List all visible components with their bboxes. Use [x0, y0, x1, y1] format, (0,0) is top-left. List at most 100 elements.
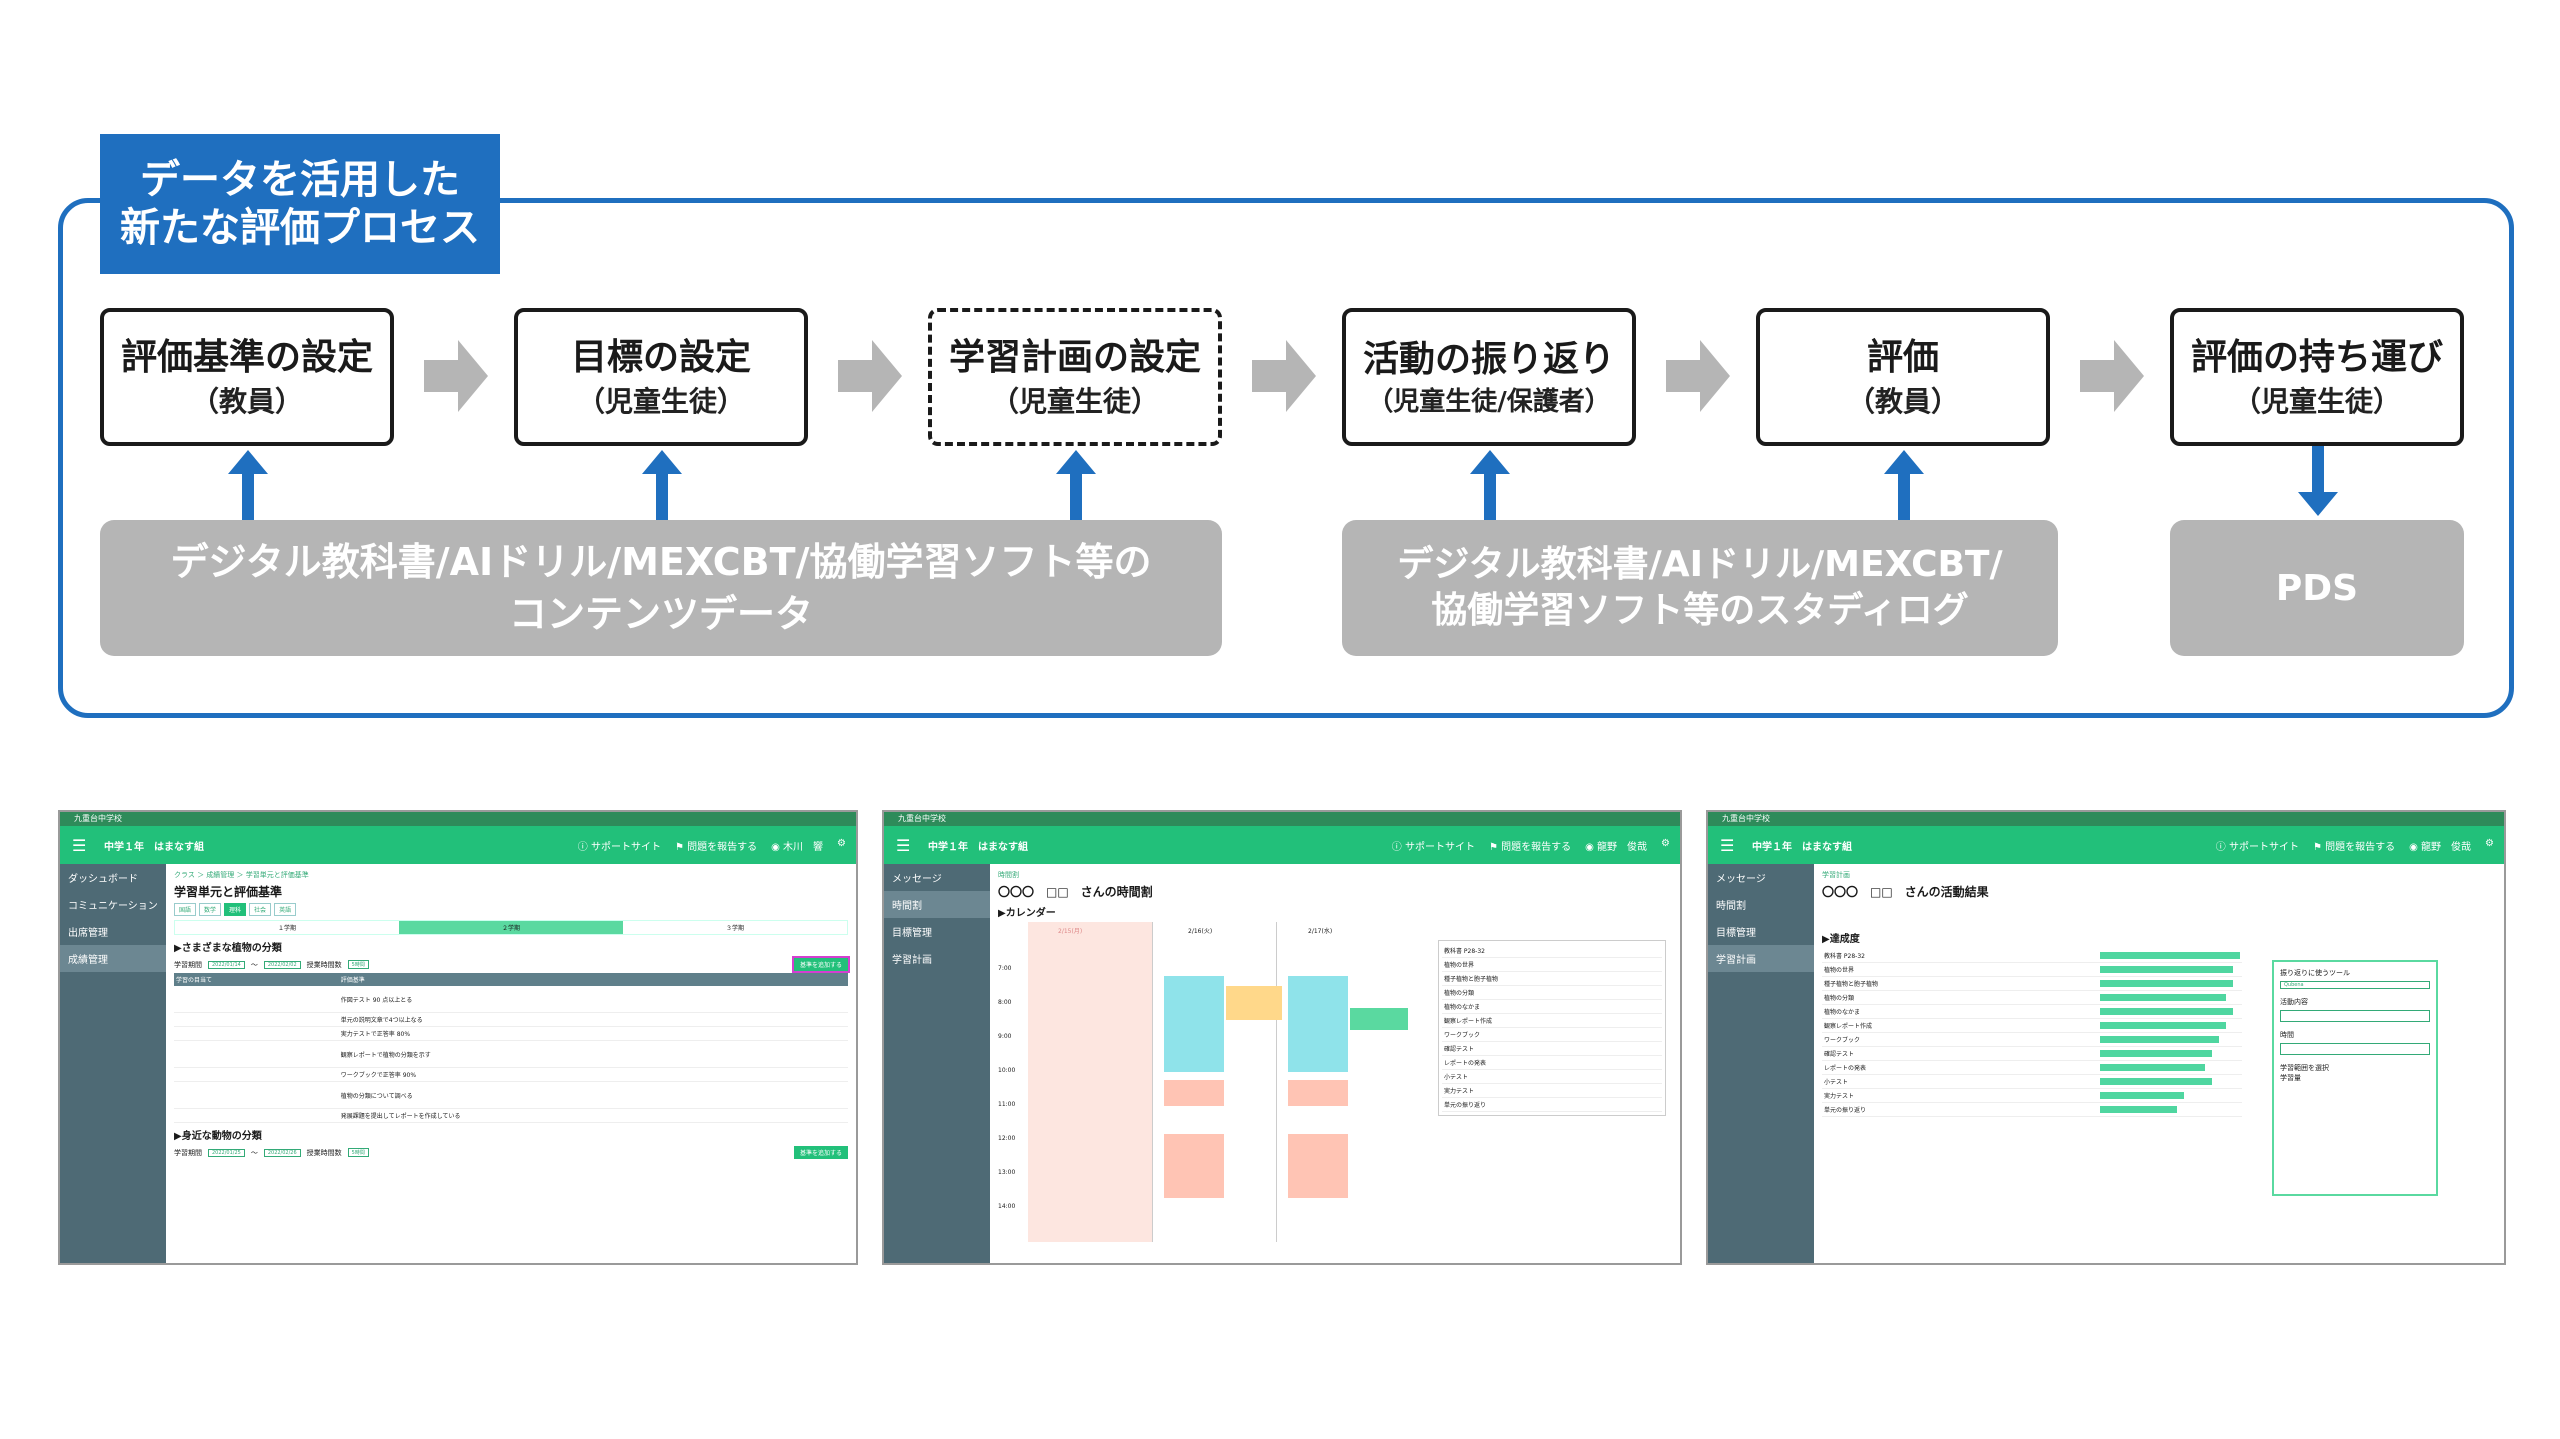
- study-log-box: デジタル教科書/AIドリル/MEXCBT/ 協働学習ソフト等のスタディログ: [1342, 520, 2058, 656]
- subject-chip[interactable]: 社会: [249, 903, 272, 916]
- sidebar-item-timetable[interactable]: 時間割: [884, 891, 990, 918]
- task-name: 種子植物と胞子植物: [1822, 976, 2098, 991]
- hours-value[interactable]: 5時間: [347, 960, 369, 969]
- sidebar-item-messages[interactable]: メッセージ: [884, 864, 990, 891]
- activity-input[interactable]: [2280, 1010, 2430, 1022]
- time-label: 9:00: [998, 1033, 1012, 1040]
- user-menu[interactable]: ◉ 龍野 俊哉: [2409, 838, 2471, 853]
- sidebar-item-goals[interactable]: 目標管理: [1708, 918, 1814, 945]
- progress-bar: [2100, 1064, 2205, 1071]
- step-actor: （児童生徒）: [2232, 385, 2401, 418]
- school-name: 九重台中学校: [884, 812, 1680, 826]
- user-menu[interactable]: ◉ 龍野 俊哉: [1585, 838, 1647, 853]
- subject-chip[interactable]: 英語: [274, 903, 297, 916]
- menu-icon[interactable]: ☰: [1720, 836, 1742, 855]
- gear-icon[interactable]: ⚙: [837, 838, 846, 853]
- tool-select[interactable]: Qubena: [2280, 981, 2430, 989]
- flow-arrow-icon: [1666, 340, 1730, 412]
- task-item[interactable]: 小テスト: [1442, 1069, 1662, 1084]
- step-plan: 学習計画の設定 （児童生徒）: [928, 308, 1222, 446]
- subject-chip[interactable]: 数学: [199, 903, 222, 916]
- sidebar-item-plan[interactable]: 学習計画: [1708, 945, 1814, 972]
- date-start[interactable]: 2022/01/25: [208, 1148, 245, 1157]
- progress-bar: [2100, 1106, 2177, 1113]
- report-link[interactable]: ⚑ 問題を報告する: [675, 838, 757, 853]
- time-label: 7:00: [998, 965, 1012, 972]
- task-name: 観察レポート作成: [1822, 1018, 2098, 1033]
- gear-icon[interactable]: ⚙: [1661, 838, 1670, 853]
- task-item[interactable]: 教科書 P28-32: [1442, 944, 1662, 958]
- sidebar: メッセージ 時間割 目標管理 学習計画: [1708, 864, 1814, 1263]
- tab-term[interactable]: ２学期: [399, 921, 623, 934]
- sidebar-item-attendance[interactable]: 出席管理: [60, 918, 166, 945]
- sidebar-item-dashboard[interactable]: ダッシュボード: [60, 864, 166, 891]
- calendar-event[interactable]: [1350, 1008, 1408, 1030]
- date-end[interactable]: 2022/02/26: [263, 1148, 301, 1157]
- add-criteria-button[interactable]: 基準を追加する: [791, 956, 851, 973]
- achievement-row: 植物のなかま: [1822, 1004, 2242, 1019]
- calendar-event[interactable]: [1164, 1134, 1224, 1198]
- page-title: 〇〇〇 □□ さんの活動結果: [1822, 885, 1989, 899]
- date-start[interactable]: 2022/01/14: [208, 960, 245, 969]
- sidebar-item-timetable[interactable]: 時間割: [1708, 891, 1814, 918]
- study-log-line2: 協働学習ソフト等のスタディログ: [1431, 590, 1969, 631]
- support-link[interactable]: ⓘ サポートサイト: [2216, 838, 2299, 853]
- unit-heading[interactable]: ▶身近な動物の分類: [174, 1127, 848, 1142]
- content-data-line2: コンテンツデータ: [508, 592, 813, 636]
- page-title: 〇〇〇 □□ さんの時間割: [998, 885, 1153, 899]
- calendar-event[interactable]: [1226, 986, 1282, 1020]
- sidebar-item-messages[interactable]: メッセージ: [1708, 864, 1814, 891]
- sidebar-item-communication[interactable]: コミュニケーション: [60, 891, 166, 918]
- task-item[interactable]: 実力テスト: [1442, 1083, 1662, 1098]
- main-content: クラス ＞ 成績管理 ＞ 学習単元と評価基準 学習単元と評価基準 国語 数学 理…: [174, 870, 851, 1263]
- report-link[interactable]: ⚑ 問題を報告する: [1489, 838, 1571, 853]
- report-label: 問題を報告する: [2325, 841, 2396, 853]
- hours-value[interactable]: 5時間: [347, 1148, 369, 1157]
- support-link[interactable]: ⓘ サポートサイト: [1392, 838, 1475, 853]
- add-criteria-button[interactable]: 基準を追加する: [793, 1146, 848, 1159]
- task-item[interactable]: 植物の分類: [1442, 985, 1662, 1000]
- date-end[interactable]: 2022/02/02: [263, 960, 301, 969]
- sidebar: ダッシュボード コミュニケーション 出席管理 成績管理: [60, 864, 166, 1263]
- tab-term[interactable]: ３学期: [623, 921, 847, 934]
- sidebar-item-goals[interactable]: 目標管理: [884, 918, 990, 945]
- support-link[interactable]: ⓘ サポートサイト: [578, 838, 661, 853]
- support-label: サポートサイト: [590, 841, 661, 853]
- calendar-event[interactable]: [1288, 1080, 1348, 1106]
- step-label: 評価基準の設定: [120, 337, 373, 378]
- achievement-table: 教科書 P28-32 植物の世界 種子植物と胞子植物 植物の分類 植物のなかま 観察レポー…: [1822, 949, 2242, 1117]
- progress-bar: [2100, 1036, 2219, 1043]
- report-link[interactable]: ⚑ 問題を報告する: [2313, 838, 2395, 853]
- gear-icon[interactable]: ⚙: [2485, 838, 2494, 853]
- calendar-event[interactable]: [1164, 976, 1224, 1072]
- subject-chip[interactable]: 理科: [224, 903, 247, 916]
- sidebar-item-plan[interactable]: 学習計画: [884, 945, 990, 972]
- task-item[interactable]: 単元の振り返り: [1442, 1097, 1662, 1112]
- step-reflection: 活動の振り返り （児童生徒/保護者）: [1342, 308, 1636, 446]
- up-arrow-icon: [228, 450, 268, 520]
- unit-heading[interactable]: ▶さまざまな植物の分類: [174, 939, 848, 954]
- task-item[interactable]: レポートの発表: [1442, 1055, 1662, 1070]
- sidebar-item-grades[interactable]: 成績管理: [60, 945, 166, 972]
- calendar-event[interactable]: [1288, 976, 1348, 1072]
- time-axis: 7:00 8:00 9:00 10:00 11:00 12:00 13:00 1…: [998, 952, 1015, 1224]
- subject-chip[interactable]: 国語: [174, 903, 197, 916]
- task-panel: 教科書 P28-32 植物の世界 種子植物と胞子植物 植物の分類 植物のなかま …: [1438, 940, 1666, 1116]
- task-item[interactable]: 種子植物と胞子植物: [1442, 971, 1662, 986]
- main-content: 学習計画 〇〇〇 □□ さんの活動結果 ▶達成度 教科書 P28-32 植物の世界…: [1822, 870, 2496, 1263]
- task-item[interactable]: 確認テスト: [1442, 1041, 1662, 1056]
- calendar-event[interactable]: [1164, 1080, 1224, 1106]
- step-actor: （児童生徒/保護者）: [1367, 387, 1611, 417]
- time-input[interactable]: [2280, 1043, 2430, 1055]
- task-item[interactable]: 観察レポート作成: [1442, 1013, 1662, 1028]
- achievement-heading: ▶達成度: [1822, 934, 1860, 945]
- menu-icon[interactable]: ☰: [896, 836, 918, 855]
- user-menu[interactable]: ◉ 木川 響: [771, 838, 823, 853]
- task-item[interactable]: 植物の世界: [1442, 957, 1662, 972]
- menu-icon[interactable]: ☰: [72, 836, 94, 855]
- calendar-event[interactable]: [1288, 1134, 1348, 1198]
- tab-term[interactable]: １学期: [175, 921, 399, 934]
- task-item[interactable]: ワークブック: [1442, 1027, 1662, 1042]
- task-item[interactable]: 植物のなかま: [1442, 999, 1662, 1014]
- progress-bar: [2100, 1050, 2212, 1057]
